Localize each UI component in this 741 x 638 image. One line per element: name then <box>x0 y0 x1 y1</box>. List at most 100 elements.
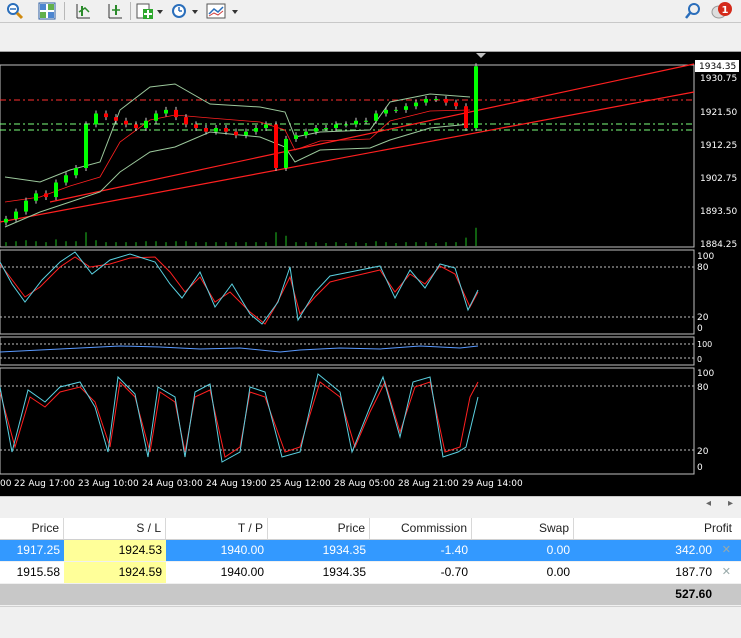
candle <box>464 106 468 129</box>
candle <box>474 66 478 129</box>
stop-loss[interactable]: 1924.53 <box>64 540 166 561</box>
profit: 187.70 <box>675 565 712 579</box>
current-price: 1934.35 <box>322 565 366 579</box>
candle <box>364 120 368 122</box>
candle <box>344 124 348 126</box>
candle <box>454 102 458 107</box>
toolbar: 1 <box>0 0 741 23</box>
candle <box>354 120 358 125</box>
candle <box>394 109 398 111</box>
osc2-tick: 0 <box>697 355 702 364</box>
time-label: 23 Aug 10:00 <box>78 479 139 489</box>
time-label: 25 Aug 12:00 <box>270 479 331 489</box>
crosshair-icon <box>108 4 122 19</box>
candle <box>124 120 128 125</box>
period-separator-button[interactable] <box>72 1 94 21</box>
crosshair-button[interactable] <box>104 1 126 21</box>
candle <box>324 128 328 130</box>
stop-loss[interactable]: 1924.59 <box>64 562 166 583</box>
volume-bars <box>5 227 477 246</box>
close-position-icon[interactable]: ✕ <box>722 540 731 561</box>
notification-count: 1 <box>722 5 729 16</box>
col-tp[interactable]: T / P <box>166 518 268 539</box>
col-price[interactable]: Price <box>0 518 64 539</box>
candle <box>264 124 268 129</box>
zoom-out-button[interactable] <box>4 1 26 21</box>
price-tick: 1912.25 <box>700 141 737 151</box>
osc3-tick: 80 <box>697 383 709 393</box>
candle <box>254 128 258 132</box>
periodicity-icon <box>172 4 198 18</box>
osc1-tick: 80 <box>697 263 709 273</box>
take-profit[interactable]: 1940.00 <box>166 562 268 583</box>
toolbar-separator <box>130 2 131 20</box>
osc1-tick: 20 <box>697 313 709 323</box>
osc1-tick: 0 <box>697 324 703 334</box>
col-profit[interactable]: Profit <box>574 518 736 539</box>
col-commission[interactable]: Commission <box>370 518 472 539</box>
candle <box>84 124 88 168</box>
chart-scrollbar[interactable]: ◂ ▸ <box>0 496 741 515</box>
time-label: 29 Aug 14:00 <box>462 479 523 489</box>
candle <box>214 128 218 132</box>
period-separator-icon <box>76 4 90 19</box>
candle <box>284 138 288 168</box>
price-tick: 1930.75 <box>700 74 737 84</box>
candle <box>134 124 138 129</box>
time-label: 24 Aug 03:00 <box>142 479 203 489</box>
take-profit[interactable]: 1940.00 <box>166 540 268 561</box>
commission: -1.40 <box>440 543 468 557</box>
tile-windows-icon <box>38 2 56 20</box>
osc3-tick: 100 <box>697 369 714 379</box>
scroll-left-icon[interactable]: ◂ <box>706 498 711 509</box>
time-label: 28 Aug 05:00 <box>334 479 395 489</box>
time-label: 28 Aug 21:00 <box>398 479 459 489</box>
col-swap[interactable]: Swap <box>472 518 574 539</box>
osc2-tick: 100 <box>697 340 712 349</box>
notifications-button[interactable]: 1 <box>710 1 736 21</box>
toolbox-tabs <box>0 606 741 638</box>
col-current-price[interactable]: Price <box>268 518 370 539</box>
candle <box>144 120 148 129</box>
notifications-icon: 1 <box>711 2 732 19</box>
candle <box>274 124 278 168</box>
price-chart[interactable]: 1934.35 1930.75 1921.50 1912.25 1902.75 … <box>0 52 741 497</box>
col-sl[interactable]: S / L <box>64 518 166 539</box>
templates-button[interactable] <box>206 1 240 21</box>
periodicity-button[interactable] <box>170 1 200 21</box>
candle <box>34 193 38 201</box>
candle <box>44 193 48 198</box>
candle <box>404 106 408 110</box>
candle <box>414 102 418 107</box>
candle <box>154 113 158 121</box>
candle <box>434 98 438 100</box>
table-row[interactable]: 1915.58 1924.59 1940.00 1934.35 -0.70 0.… <box>0 562 741 583</box>
indicators-button[interactable] <box>136 1 164 21</box>
table-row[interactable]: 1917.25 1924.53 1940.00 1934.35 -1.40 0.… <box>0 540 741 561</box>
current-price-label: 1934.35 <box>699 62 736 72</box>
tile-windows-button[interactable] <box>36 1 58 21</box>
total-row: 527.60 <box>0 584 741 605</box>
search-icon <box>685 3 700 19</box>
swap: 0.00 <box>546 565 570 579</box>
candle <box>234 131 238 136</box>
open-price: 1917.25 <box>16 543 60 557</box>
scroll-right-icon[interactable]: ▸ <box>728 498 733 509</box>
zoom-out-icon <box>7 3 24 20</box>
candle <box>164 109 168 114</box>
candle <box>424 98 428 103</box>
candle <box>444 98 448 103</box>
candle <box>184 117 188 125</box>
templates-icon <box>206 3 238 19</box>
candle <box>4 218 8 223</box>
close-position-icon[interactable]: ✕ <box>722 562 731 583</box>
candle <box>204 128 208 132</box>
candle <box>384 109 388 114</box>
candle <box>64 175 68 183</box>
search-button[interactable] <box>682 1 704 21</box>
candle <box>334 124 338 129</box>
chart-window[interactable]: 1934.35 1930.75 1921.50 1912.25 1902.75 … <box>0 51 741 497</box>
candle <box>24 200 28 212</box>
candle <box>74 167 78 176</box>
osc1-tick: 100 <box>697 252 714 262</box>
